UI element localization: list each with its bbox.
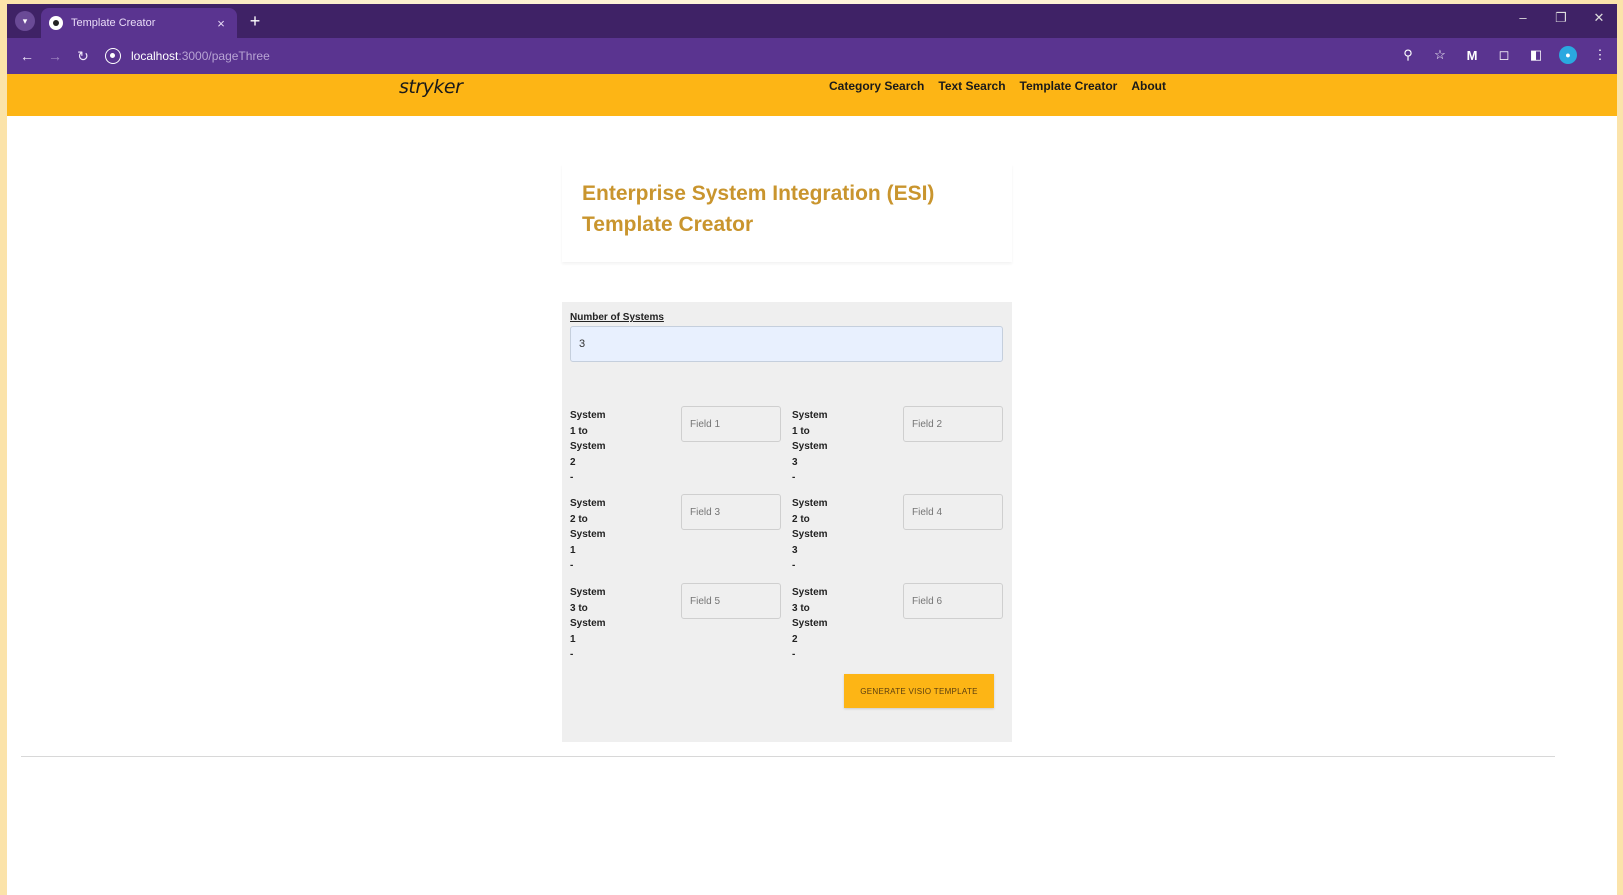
content-divider: [21, 756, 1555, 757]
nav-about[interactable]: About: [1131, 79, 1166, 93]
url-path: :3000/pageThree: [178, 49, 270, 63]
minimize-icon[interactable]: –: [1513, 10, 1533, 26]
back-icon[interactable]: ←: [13, 48, 41, 64]
pair-label: System 3 to System 1 -: [570, 587, 606, 660]
side-panel-icon[interactable]: ◧: [1527, 47, 1545, 63]
restore-icon[interactable]: ❐: [1551, 10, 1571, 26]
forward-icon[interactable]: →: [41, 48, 69, 64]
profile-avatar-icon[interactable]: ●: [1559, 46, 1577, 64]
field-2-input[interactable]: [903, 406, 1003, 442]
favicon-icon: [49, 16, 63, 30]
tab-title: Template Creator: [71, 17, 156, 29]
pair-label: System 1 to System 3 -: [792, 410, 828, 483]
menu-kebab-icon[interactable]: ⋮: [1591, 47, 1609, 63]
field-5-input[interactable]: [681, 583, 781, 619]
bookmark-star-icon[interactable]: ☆: [1431, 47, 1449, 63]
field-3-input[interactable]: [681, 494, 781, 530]
zoom-icon[interactable]: ⚲: [1399, 47, 1417, 63]
extension-m-icon[interactable]: M: [1463, 48, 1481, 63]
pair-label: System 1 to System 2 -: [570, 410, 606, 483]
site-info-icon[interactable]: [105, 48, 121, 64]
url-host: localhost: [131, 49, 179, 63]
tab-close-icon[interactable]: ×: [213, 16, 229, 31]
close-window-icon[interactable]: ✕: [1589, 10, 1609, 26]
pair-label: System 3 to System 2 -: [792, 587, 828, 660]
field-1-input[interactable]: [681, 406, 781, 442]
browser-toolbar: ← → ↻ localhost:3000/pageThree ⚲ ☆ M ◻ ◧…: [7, 38, 1617, 74]
page-title-line1: Enterprise System Integration (ESI): [582, 182, 935, 205]
reload-icon[interactable]: ↻: [69, 48, 97, 65]
nav-text-search[interactable]: Text Search: [938, 79, 1005, 93]
template-form: Number of Systems System 1 to System 2 -…: [562, 302, 1012, 742]
site-header: stryker Category Search Text Search Temp…: [7, 74, 1617, 116]
title-card: Enterprise System Integration (ESI) Temp…: [562, 164, 1012, 262]
page-title-line2: Template Creator: [582, 213, 754, 236]
extensions-puzzle-icon[interactable]: ◻: [1495, 47, 1513, 63]
page-title: Enterprise System Integration (ESI) Temp…: [582, 178, 1002, 240]
pair-label: System 2 to System 3 -: [792, 498, 828, 571]
address-bar[interactable]: localhost:3000/pageThree: [105, 44, 1385, 68]
toolbar-actions: ⚲ ☆ M ◻ ◧ ● ⋮: [1399, 46, 1609, 64]
field-4-input[interactable]: [903, 494, 1003, 530]
browser-window: ▾ Template Creator × + – ❐ ✕ ← → ↻ local…: [7, 4, 1617, 895]
new-tab-icon[interactable]: +: [245, 11, 265, 31]
site-nav: Category Search Text Search Template Cre…: [829, 79, 1166, 93]
number-of-systems-input[interactable]: [570, 326, 1003, 362]
generate-visio-template-button[interactable]: GENERATE VISIO TEMPLATE: [844, 674, 994, 708]
field-6-input[interactable]: [903, 583, 1003, 619]
nav-category-search[interactable]: Category Search: [829, 79, 924, 93]
pair-label: System 2 to System 1 -: [570, 498, 606, 571]
tab-template-creator[interactable]: Template Creator ×: [41, 8, 237, 38]
tab-search-icon[interactable]: ▾: [15, 11, 35, 31]
nav-template-creator[interactable]: Template Creator: [1020, 79, 1118, 93]
stryker-logo[interactable]: stryker: [399, 76, 463, 98]
tab-strip: ▾ Template Creator × + – ❐ ✕: [7, 4, 1617, 38]
number-of-systems-label: Number of Systems: [570, 312, 664, 323]
window-controls: – ❐ ✕: [1513, 10, 1609, 26]
